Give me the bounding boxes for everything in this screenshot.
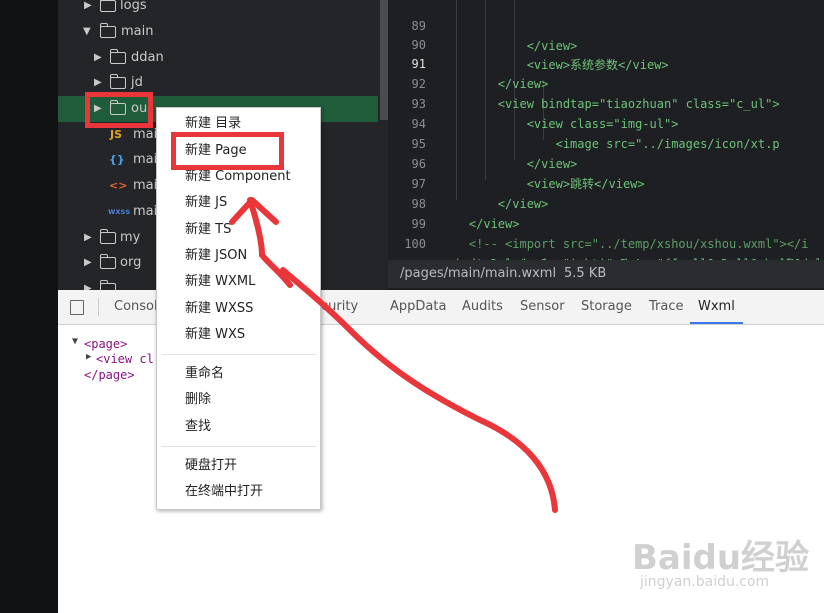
- arrow-shaft: [280, 267, 558, 513]
- arrow-annotation: [229, 197, 558, 513]
